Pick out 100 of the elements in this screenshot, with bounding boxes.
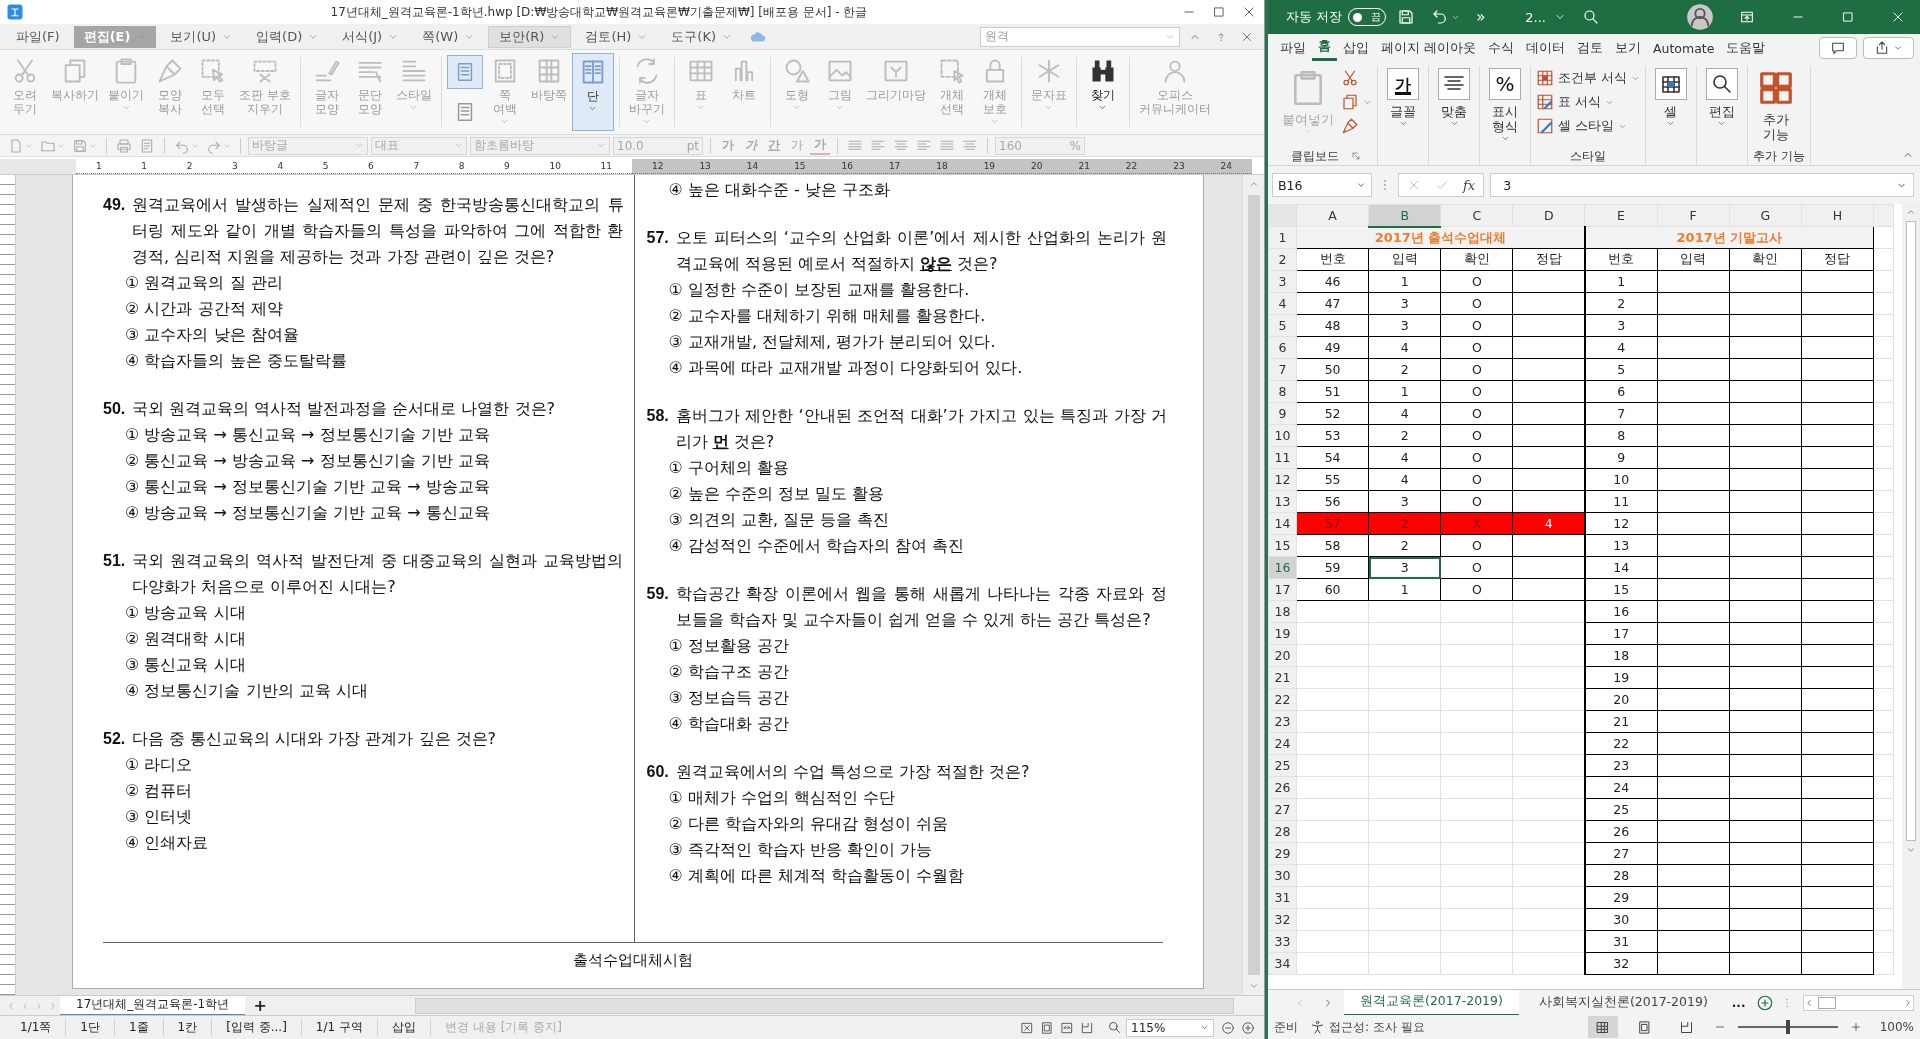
menu-item[interactable]: 보안(R): [488, 25, 572, 48]
row-header[interactable]: 28: [1268, 820, 1297, 843]
answer-option: ② 학습구조 공간: [646, 659, 1167, 685]
menu-item[interactable]: 파일(F): [6, 25, 70, 48]
insert-function-button[interactable]: fx: [1463, 177, 1476, 193]
table-cell: 13: [1584, 534, 1658, 557]
row-header[interactable]: 19: [1268, 622, 1297, 645]
table-cell: 4: [1368, 446, 1441, 469]
row-header[interactable]: 7: [1268, 358, 1297, 381]
row-header[interactable]: 27: [1268, 798, 1297, 821]
row-header[interactable]: 34: [1268, 952, 1297, 975]
column-header[interactable]: C: [1440, 204, 1513, 227]
ribbon-tab[interactable]: 수식: [1482, 35, 1520, 61]
ribbon-tab[interactable]: Automate: [1647, 35, 1721, 61]
accessibility-button[interactable]: 접근성: 조사 필요: [1310, 1018, 1425, 1036]
table-cell: 1: [1584, 270, 1658, 293]
row-header[interactable]: 9: [1268, 402, 1297, 425]
ribbon-button[interactable]: % 표시 형식: [1485, 66, 1525, 145]
menu-item[interactable]: 입력(D): [246, 25, 329, 48]
answer-option: ① 라디오: [103, 752, 624, 778]
row-header[interactable]: 8: [1268, 380, 1297, 403]
row-header[interactable]: 25: [1268, 754, 1297, 777]
toolbar-button[interactable]: 찾기: [1081, 53, 1124, 131]
row-header[interactable]: 3: [1268, 270, 1297, 293]
ribbon-tab[interactable]: 데이터: [1520, 35, 1571, 61]
ribbon-tab[interactable]: 검토: [1571, 35, 1609, 61]
add-tab-button[interactable]: +: [245, 996, 276, 1015]
formula-field[interactable]: 3: [1490, 173, 1914, 197]
row-header[interactable]: 31: [1268, 886, 1297, 909]
row-header[interactable]: 21: [1268, 666, 1297, 689]
table-cell: 29: [1584, 886, 1658, 909]
ribbon-tab[interactable]: 파일: [1274, 35, 1312, 61]
column-header[interactable]: G: [1729, 204, 1802, 227]
row-header[interactable]: 4: [1268, 292, 1297, 315]
answer-option: ③ 의견의 교환, 질문 등을 촉진: [646, 507, 1167, 533]
row-header[interactable]: 29: [1268, 842, 1297, 865]
row-header[interactable]: 32: [1268, 908, 1297, 931]
toolbar-button[interactable]: 단: [571, 53, 614, 131]
row-header[interactable]: 13: [1268, 490, 1297, 513]
question-text: 국외 원격교육의 역사적 발전단계 중 대중교육의 실현과 교육방법의 다양화가 처음으로 이루어진 시대는?: [132, 550, 624, 598]
row-header[interactable]: 15: [1268, 534, 1297, 557]
menu-item[interactable]: 쪽(W): [412, 25, 485, 48]
row-header[interactable]: 33: [1268, 930, 1297, 953]
row-header[interactable]: 17: [1268, 578, 1297, 601]
row-header[interactable]: 5: [1268, 314, 1297, 337]
column-header[interactable]: H: [1801, 204, 1874, 227]
menu-item[interactable]: 서식(J): [332, 25, 409, 48]
ribbon-button[interactable]: 추가 기능: [1753, 66, 1799, 144]
table-cell: 15: [1584, 578, 1658, 601]
zoom-dropdown[interactable]: 115%: [1126, 1018, 1214, 1037]
answer-option: ② 교수자를 대체하기 위해 매체를 활용한다.: [646, 303, 1167, 329]
sheet-tab[interactable]: 원격교육론(2017-2019): [1344, 989, 1519, 1016]
row-header[interactable]: 22: [1268, 688, 1297, 711]
row-header[interactable]: 11: [1268, 446, 1297, 469]
menu-item[interactable]: 보기(U): [160, 25, 243, 48]
row-header[interactable]: 20: [1268, 644, 1297, 667]
ribbon-tab[interactable]: 보기: [1609, 35, 1647, 61]
table-cell: 24: [1584, 776, 1658, 799]
sheet-tab[interactable]: 사회복지실천론(2017-2019): [1522, 989, 1724, 1016]
more-sheets-button[interactable]: ...: [1727, 995, 1750, 1010]
column-header[interactable]: B: [1368, 204, 1441, 227]
ribbon-tab[interactable]: 페이지 레이아웃: [1375, 35, 1482, 61]
ribbon-button[interactable]: 맞춤: [1434, 66, 1474, 130]
ribbon-button[interactable]: 편집: [1702, 66, 1742, 130]
row-header[interactable]: 6: [1268, 336, 1297, 359]
row-header[interactable]: 30: [1268, 864, 1297, 887]
table-cell: 30: [1584, 908, 1658, 931]
table-cell: 19: [1584, 666, 1658, 689]
answer-option: ② 높은 수준의 정보 밀도 활용: [646, 481, 1167, 507]
row-header[interactable]: 12: [1268, 468, 1297, 491]
answer-option: ① 구어체의 활용: [646, 455, 1167, 481]
row-header[interactable]: 23: [1268, 710, 1297, 733]
ribbon-button[interactable]: 셀: [1651, 66, 1691, 130]
row-header[interactable]: 10: [1268, 424, 1297, 447]
name-box[interactable]: B16: [1272, 173, 1372, 197]
menu-item[interactable]: 도구(K): [661, 25, 742, 48]
answer-option: ④ 높은 대화수준 - 낮은 구조화: [646, 177, 1167, 203]
menu-item[interactable]: 검토(H): [575, 25, 658, 48]
column-header[interactable]: A: [1296, 204, 1369, 227]
more-commands-button[interactable]: »: [1471, 3, 1491, 31]
ribbon-tab[interactable]: 도움말: [1720, 35, 1772, 61]
row-header[interactable]: 16: [1268, 556, 1297, 579]
file-name-button[interactable]: 2...: [1520, 3, 1571, 31]
ribbon-button[interactable]: 조건부 서식: [1536, 68, 1640, 88]
row-header[interactable]: 1: [1268, 226, 1297, 249]
ribbon-button[interactable]: 가 글꼴: [1383, 66, 1423, 130]
ribbon-button[interactable]: 표 서식: [1536, 92, 1640, 112]
row-header[interactable]: 18: [1268, 600, 1297, 623]
row-header[interactable]: 24: [1268, 732, 1297, 755]
row-header[interactable]: 26: [1268, 776, 1297, 799]
column-header[interactable]: E: [1584, 204, 1658, 227]
row-header[interactable]: 2: [1268, 248, 1297, 271]
table-cell: 32: [1584, 952, 1658, 975]
document-tab[interactable]: 17년대체_원격교육론-1학년: [60, 995, 246, 1016]
ribbon-tab[interactable]: 삽입: [1337, 35, 1375, 61]
ribbon-button[interactable]: 셀 스타일: [1536, 116, 1640, 136]
zoom-level: 100%: [1879, 1020, 1914, 1034]
column-header[interactable]: D: [1512, 204, 1585, 227]
column-header[interactable]: F: [1657, 204, 1730, 227]
row-header[interactable]: 14: [1268, 512, 1297, 535]
